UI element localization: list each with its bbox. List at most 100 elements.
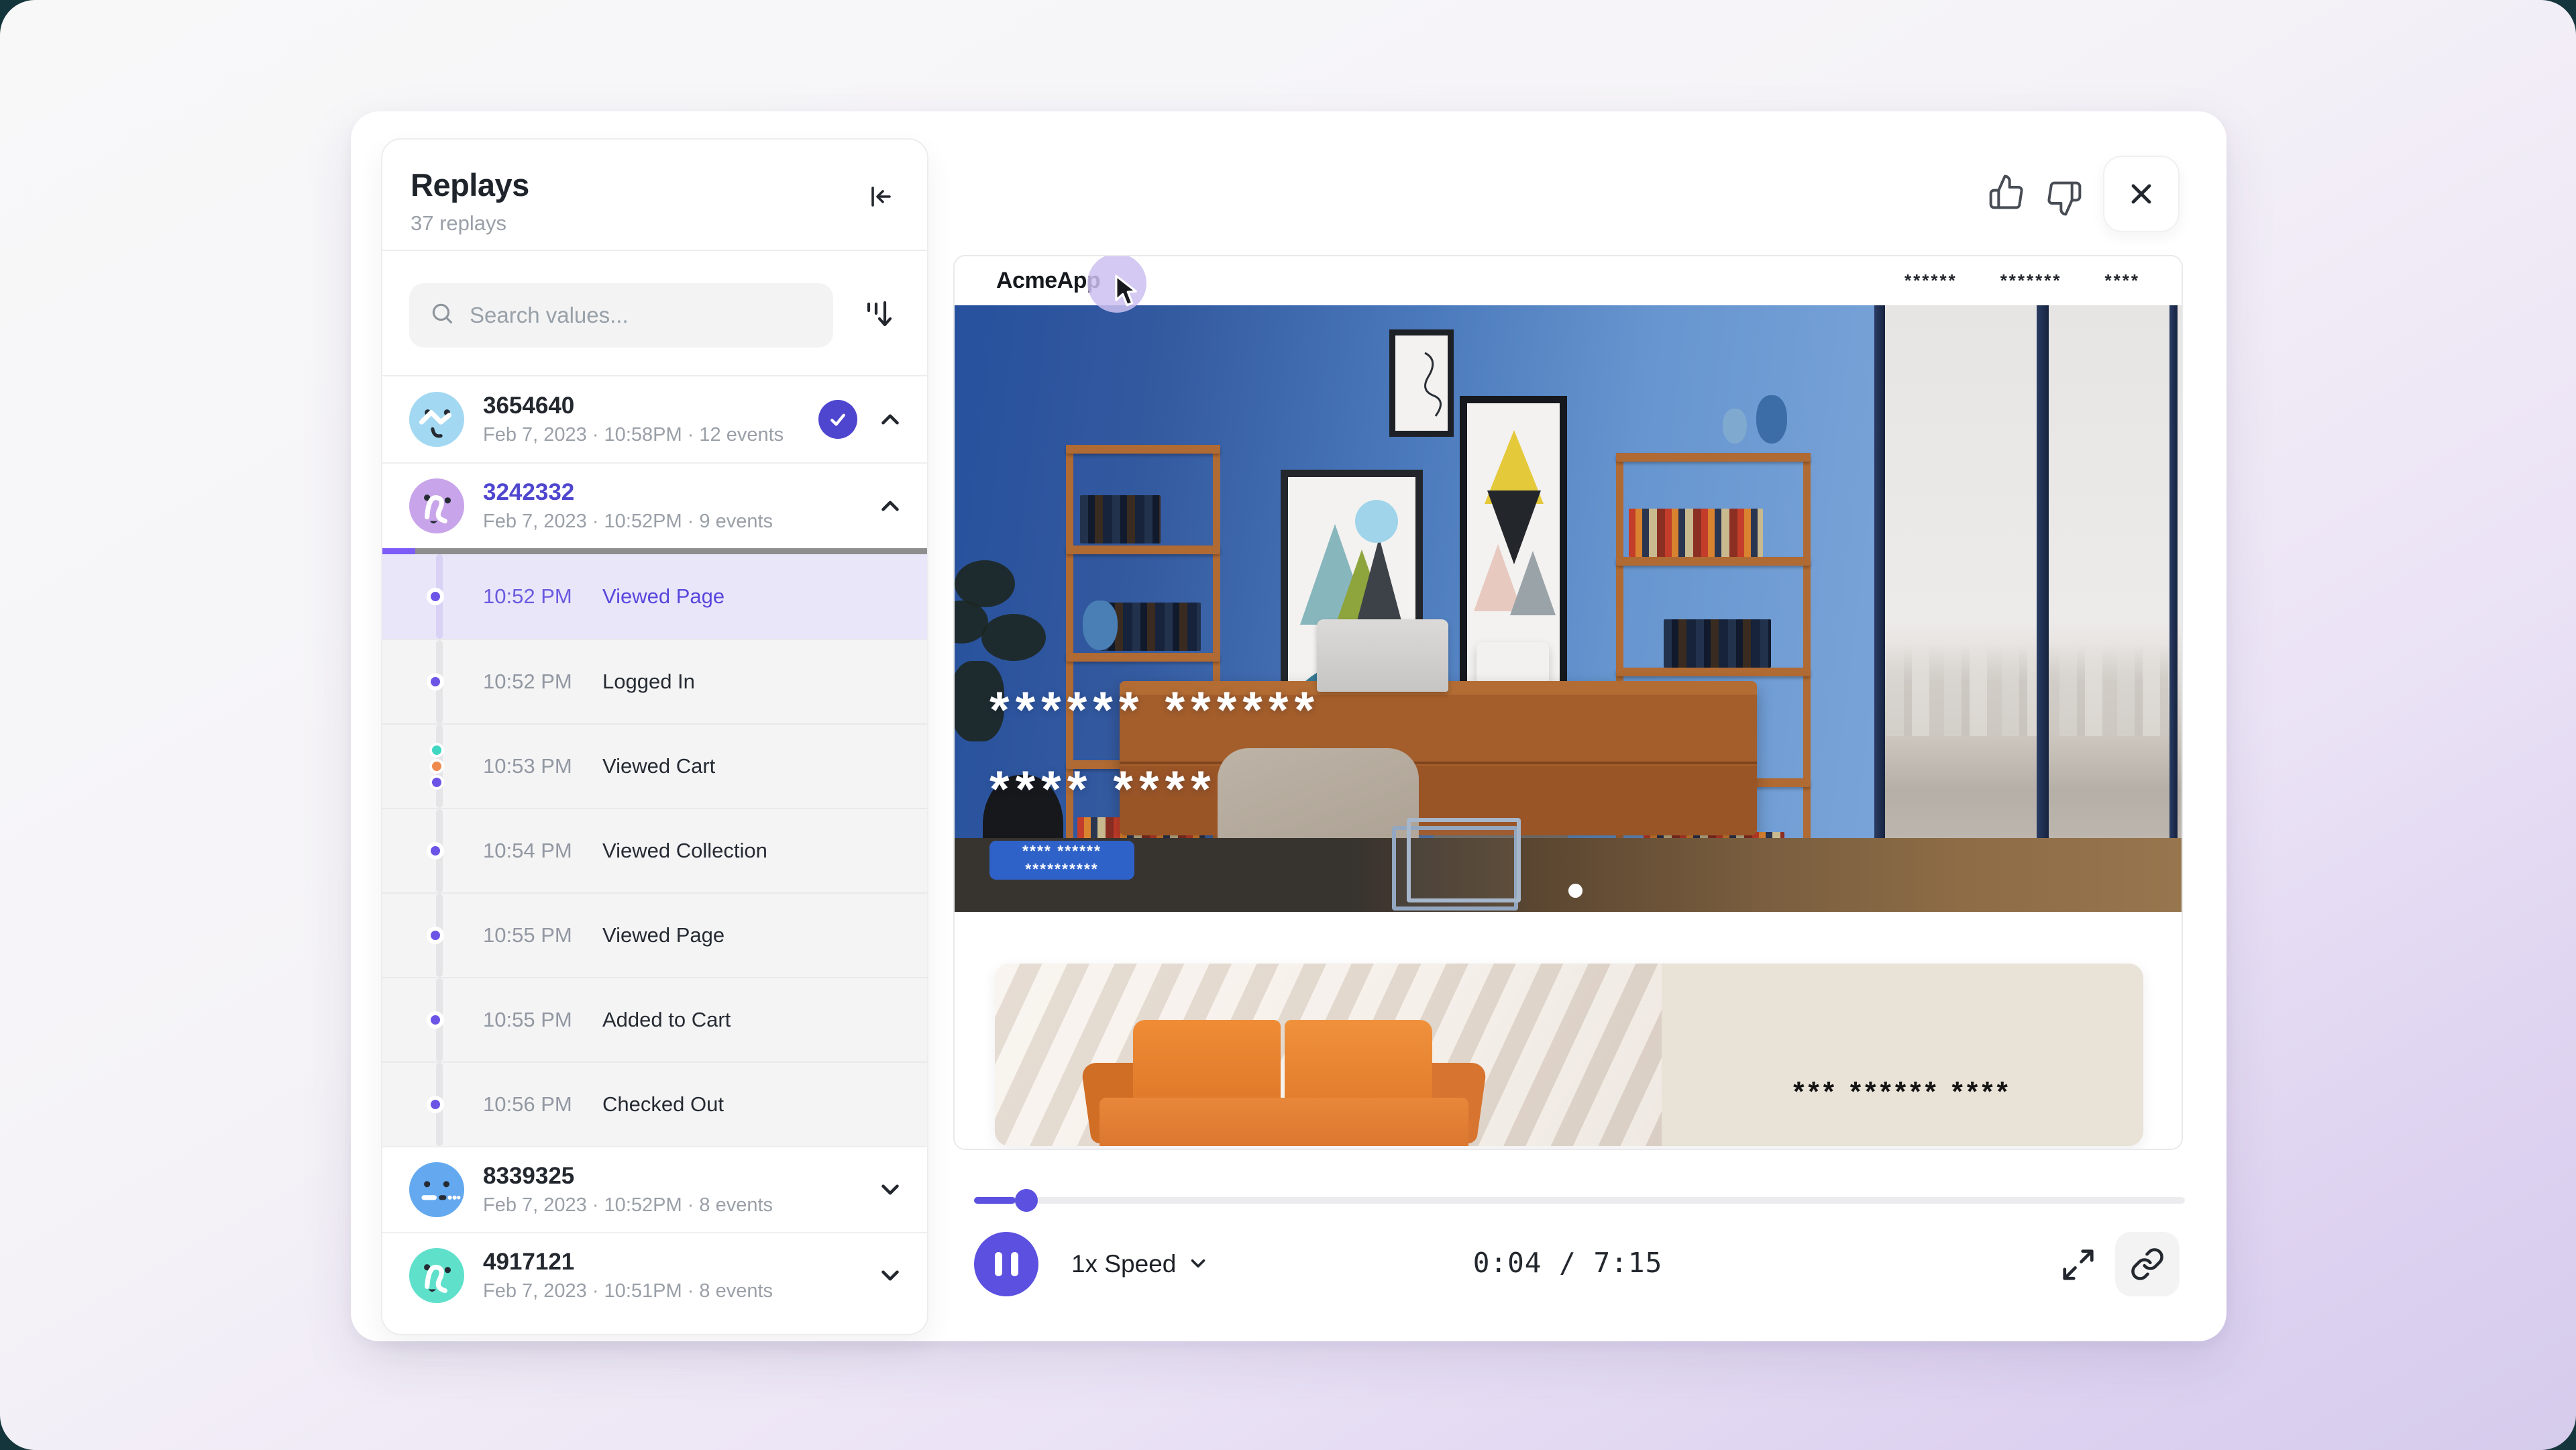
thumbs-up-button[interactable] [1988,173,2025,211]
nav-item-masked[interactable]: **** [2105,270,2140,291]
avatar-face [409,1162,464,1217]
session-id: 3654640 [483,393,818,419]
playback-time: 0:04 / 7:15 [1417,1247,1719,1279]
chevron-up-icon[interactable] [876,405,904,433]
chevron-down-icon[interactable] [876,1261,904,1290]
session-progress-track [415,548,927,554]
product-card[interactable]: *** ****** **** [995,964,2143,1146]
pause-button[interactable] [974,1232,1038,1296]
thumbs-down-icon [2045,180,2083,217]
scene-window-frame [2169,305,2178,912]
speed-label: 1x Speed [1071,1250,1176,1278]
session-row[interactable]: 4917121 Feb 7, 2023 · 10:51PM · 8 events [382,1232,927,1318]
replay-count: 37 replays [411,211,529,236]
avatar [409,392,464,447]
thumbs-down-button[interactable] [2045,180,2083,217]
scene-plant [955,560,1069,782]
pause-icon [995,1252,1002,1276]
thumbs-up-icon [1988,173,2025,211]
replayed-site-header: AcmeApp ****** ******* **** [955,256,2182,305]
scene-skyline [1886,645,2168,736]
sort-filter-button[interactable] [853,292,900,339]
event-time: 10:55 PM [483,1008,602,1032]
event-row[interactable]: 10:54 PMViewed Collection [382,808,927,892]
event-time: 10:52 PM [483,670,602,694]
scene-poster-small [1389,329,1454,437]
event-label: Viewed Collection [602,839,767,863]
sofa-illustration [1059,1020,1515,1146]
session-meta: Feb 7, 2023 · 10:52PM · 8 events [483,1194,876,1216]
hero-headline-masked-line2: **** **** [989,760,1217,819]
site-content-section: *** ****** **** [955,912,2182,1150]
event-label: Checked Out [602,1092,724,1117]
expand-icon [2060,1247,2096,1283]
playback-progress-bar[interactable] [974,1197,2185,1204]
event-label: Viewed Cart [602,754,715,778]
session-row[interactable]: 3654640 Feb 7, 2023 · 10:58PM · 12 event… [382,376,927,462]
avatar [409,1162,464,1217]
playback-progress-thumb[interactable] [1015,1189,1038,1212]
event-label: Viewed Page [602,923,724,947]
collapse-sidebar-button[interactable] [860,177,900,217]
session-progress-bar[interactable] [382,548,927,554]
collapse-left-icon [865,181,896,214]
event-time: 10:53 PM [483,754,602,778]
session-id: 8339325 [483,1163,876,1190]
event-row[interactable]: 10:52 PMLogged In [382,639,927,723]
session-progress-fill [382,548,415,554]
event-row[interactable]: 10:53 PMViewed Cart [382,723,927,808]
session-meta: Feb 7, 2023 · 10:52PM · 9 events [483,511,876,533]
close-icon [2125,178,2157,210]
event-row[interactable]: 10:55 PMViewed Page [382,892,927,977]
event-time: 10:54 PM [483,839,602,863]
check-icon [828,409,848,429]
session-row[interactable]: 8339325 Feb 7, 2023 · 10:52PM · 8 events [382,1146,927,1232]
replays-sidebar: Replays 37 replays [381,138,928,1335]
event-row[interactable]: 10:52 PMViewed Page [382,554,927,639]
nav-item-masked[interactable]: ******* [2000,270,2062,291]
search-icon [429,301,455,329]
event-time: 10:56 PM [483,1092,602,1117]
page-title: Replays [411,166,529,203]
avatar-face [409,478,464,533]
link-icon [2130,1247,2165,1282]
avatar-face [409,1248,464,1303]
site-brand: AcmeApp [996,268,1100,294]
sidebar-header: Replays 37 replays [382,140,927,251]
avatar-face [409,392,464,447]
nav-item-masked[interactable]: ****** [1904,270,1957,291]
scene-window-frame [1874,305,1885,912]
event-row[interactable]: 10:56 PMChecked Out [382,1061,927,1146]
mouse-cursor-icon [1110,274,1141,311]
replay-window: Replays 37 replays [351,111,2226,1341]
app-background: Replays 37 replays [0,0,2576,1450]
event-row[interactable]: 10:55 PMAdded to Cart [382,977,927,1061]
scene-window-frame [2037,305,2049,912]
playback-speed-dropdown[interactable]: 1x Speed [1071,1245,1210,1283]
copy-link-button[interactable] [2115,1232,2180,1296]
session-list: 3654640 Feb 7, 2023 · 10:58PM · 12 event… [382,376,927,1318]
event-label: Added to Cart [602,1008,731,1032]
event-label: Viewed Page [602,584,724,609]
site-hero-image: ****** ****** **** **** **** ****** ****… [955,305,2182,912]
close-button[interactable] [2103,156,2180,232]
hero-cta-button-masked[interactable]: **** ****** ********** [989,841,1134,880]
search-input[interactable] [470,303,813,328]
session-row[interactable]: 3242332 Feb 7, 2023 · 10:52PM · 9 events [382,462,927,548]
expand-button[interactable] [2059,1245,2098,1284]
chevron-up-icon[interactable] [876,492,904,520]
product-card-panel: *** ****** **** [1662,964,2143,1146]
event-time: 10:52 PM [483,584,602,609]
replay-viewport: AcmeApp ****** ******* **** [953,255,2183,1150]
scene-floor [955,838,2182,912]
chevron-down-icon[interactable] [876,1176,904,1204]
event-time: 10:55 PM [483,923,602,947]
carousel-dot[interactable] [1568,884,1582,898]
product-photo-sofa [995,964,1662,1146]
search-row [382,251,927,376]
search-input-box[interactable] [409,283,833,348]
session-meta: Feb 7, 2023 · 10:58PM · 12 events [483,424,818,446]
event-label: Logged In [602,670,695,694]
scene-laptop [1317,619,1448,692]
chevron-down-icon [1187,1252,1210,1277]
